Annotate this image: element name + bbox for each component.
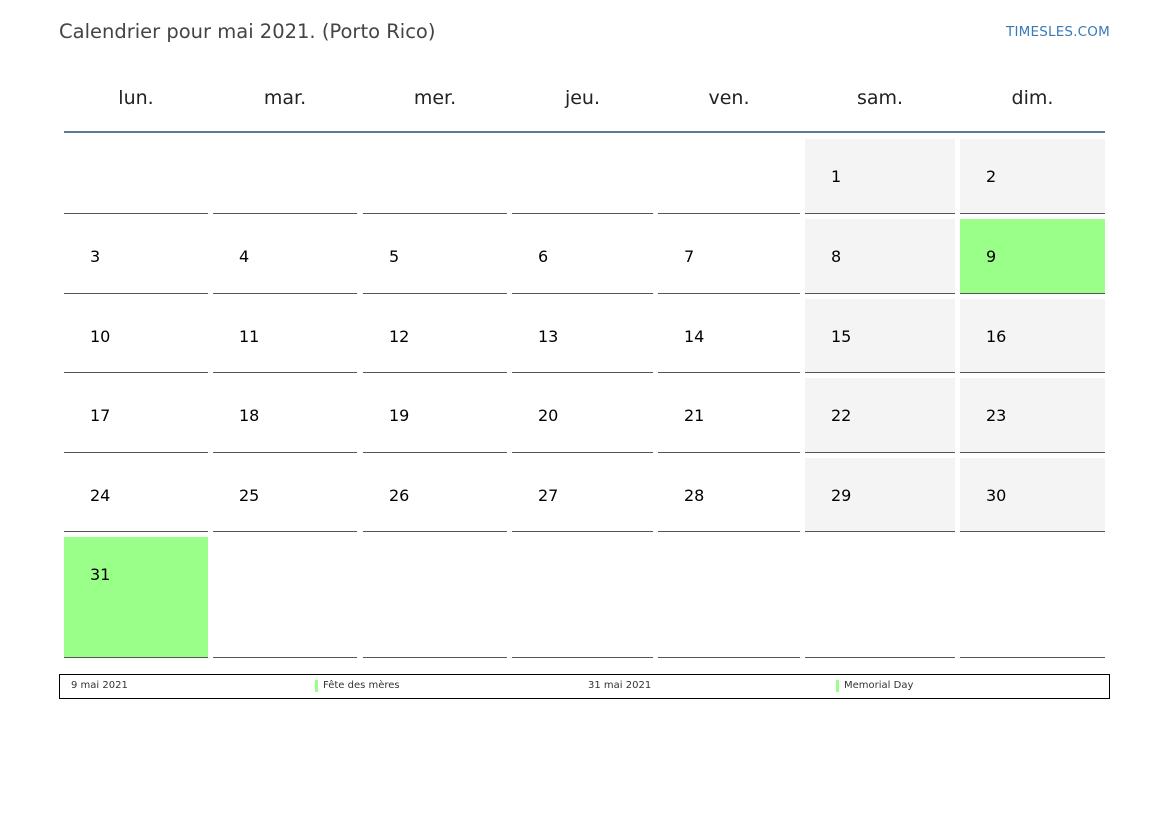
day-number: 5 (389, 247, 400, 266)
empty-day-cell (363, 139, 507, 214)
day-number: 19 (389, 406, 410, 425)
day-number: 27 (538, 486, 559, 505)
weekday-fri: ven. (708, 87, 750, 109)
weekday-tue: mar. (263, 87, 307, 109)
empty-day-cell (512, 139, 653, 214)
day-cell: 17 (64, 378, 208, 453)
day-number: 14 (684, 327, 705, 346)
day-cell: 5 (363, 219, 507, 294)
day-cell: 21 (658, 378, 800, 453)
day-cell: 8 (805, 219, 955, 294)
day-cell: 2 (960, 139, 1105, 214)
empty-day-cell (658, 537, 800, 658)
day-number: 7 (684, 247, 695, 266)
day-cell: 31 (64, 537, 208, 658)
day-cell: 19 (363, 378, 507, 453)
day-cell: 10 (64, 299, 208, 373)
day-number: 15 (831, 327, 852, 346)
header-rule (64, 131, 1105, 133)
weekday-wed: mer. (413, 87, 457, 109)
day-cell: 25 (213, 458, 357, 532)
empty-day-cell (64, 139, 208, 214)
day-cell: 29 (805, 458, 955, 532)
day-number: 16 (986, 327, 1007, 346)
day-number: 10 (90, 327, 111, 346)
day-number: 11 (239, 327, 260, 346)
weekday-header: lun. mar. mer. jeu. ven. sam. dim. (0, 0, 1169, 134)
day-number: 20 (538, 406, 559, 425)
day-number: 31 (90, 565, 111, 584)
day-number: 30 (986, 486, 1007, 505)
day-cell: 16 (960, 299, 1105, 373)
day-number: 17 (90, 406, 111, 425)
weekday-thu: jeu. (564, 87, 601, 109)
weekday-sun: dim. (1011, 87, 1054, 109)
empty-day-cell (512, 537, 653, 658)
day-number: 4 (239, 247, 250, 266)
day-cell: 11 (213, 299, 357, 373)
day-number: 25 (239, 486, 260, 505)
day-cell: 18 (213, 378, 357, 453)
day-cell: 20 (512, 378, 653, 453)
day-number: 8 (831, 247, 842, 266)
day-number: 13 (538, 327, 559, 346)
day-cell: 24 (64, 458, 208, 532)
empty-day-cell (363, 537, 507, 658)
day-cell: 26 (363, 458, 507, 532)
empty-day-cell (658, 139, 800, 214)
day-cell: 30 (960, 458, 1105, 532)
day-number: 22 (831, 406, 852, 425)
day-cell: 7 (658, 219, 800, 294)
empty-day-cell (805, 537, 955, 658)
empty-day-cell (213, 537, 357, 658)
day-cell: 3 (64, 219, 208, 294)
legend-name: Fête des mères (323, 680, 400, 691)
day-number: 18 (239, 406, 260, 425)
legend-name: Memorial Day (844, 680, 914, 691)
day-cell: 13 (512, 299, 653, 373)
day-number: 3 (90, 247, 101, 266)
legend-swatch (836, 680, 839, 692)
day-cell: 6 (512, 219, 653, 294)
empty-day-cell (960, 537, 1105, 658)
day-number: 29 (831, 486, 852, 505)
day-cell: 23 (960, 378, 1105, 453)
legend-date: 31 mai 2021 (588, 680, 652, 691)
day-cell: 9 (960, 219, 1105, 294)
weekday-sat: sam. (856, 87, 904, 109)
day-number: 1 (831, 167, 842, 186)
day-number: 2 (986, 167, 997, 186)
day-number: 24 (90, 486, 111, 505)
day-cell: 12 (363, 299, 507, 373)
legend-date: 9 mai 2021 (71, 680, 128, 691)
day-number: 21 (684, 406, 705, 425)
day-cell: 28 (658, 458, 800, 532)
day-cell: 22 (805, 378, 955, 453)
empty-day-cell (213, 139, 357, 214)
legend-swatch (315, 680, 318, 692)
day-cell: 4 (213, 219, 357, 294)
day-cell: 27 (512, 458, 653, 532)
day-number: 9 (986, 247, 997, 266)
day-number: 23 (986, 406, 1007, 425)
day-cell: 15 (805, 299, 955, 373)
day-cell: 1 (805, 139, 955, 214)
day-number: 28 (684, 486, 705, 505)
day-number: 12 (389, 327, 410, 346)
day-number: 26 (389, 486, 410, 505)
day-cell: 14 (658, 299, 800, 373)
holiday-legend: 9 mai 2021 Fête des mères 31 mai 2021 Me… (59, 674, 1110, 699)
day-number: 6 (538, 247, 549, 266)
weekday-mon: lun. (118, 87, 154, 109)
